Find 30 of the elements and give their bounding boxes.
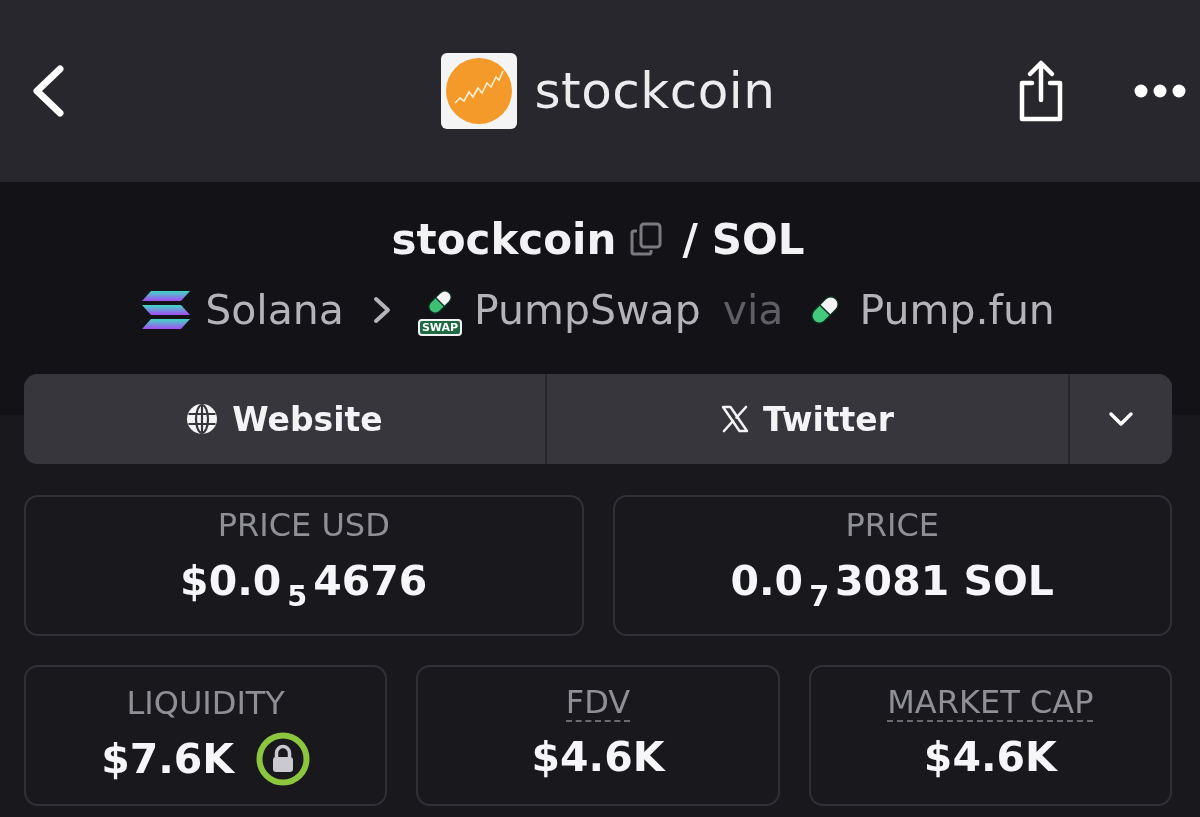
x-icon (721, 405, 750, 433)
quote-token: SOL (711, 214, 805, 264)
stat-label: PRICE USD (217, 505, 390, 547)
token-title: stockcoin (534, 62, 776, 120)
more-icon (1134, 84, 1186, 98)
dex-name[interactable]: PumpSwap (474, 286, 701, 334)
chart-logo-icon (440, 53, 517, 129)
stat-value: 0.0$_{7}$3081 SOL (730, 556, 1054, 615)
chevron-right-icon (371, 295, 392, 325)
swap-label: SWAP (417, 318, 462, 336)
base-token: stockcoin (391, 214, 617, 264)
chain-name[interactable]: Solana (205, 286, 344, 334)
more-button[interactable] (1134, 84, 1186, 98)
copy-icon[interactable] (630, 222, 663, 256)
stat-label: LIQUIDITY (126, 682, 285, 724)
stat-value: $4.6K (923, 731, 1057, 783)
stat-label[interactable]: MARKET CAP (887, 683, 1094, 722)
chevron-left-icon (30, 64, 66, 118)
back-button[interactable] (30, 64, 66, 118)
stacked-bars-icon (141, 290, 192, 330)
globe-icon (186, 403, 219, 435)
launchpad-name[interactable]: Pump.fun (859, 286, 1055, 334)
via-text: via (722, 286, 784, 334)
stat-label: PRICE (845, 505, 939, 547)
chevron-down-icon (1107, 410, 1135, 428)
stat-value: $0.0$_{5}$4676 (180, 556, 428, 615)
stat-value: $4.6K (531, 731, 665, 783)
stat-value: $7.6K (101, 733, 235, 785)
pair-separator: / (682, 214, 698, 264)
stat-label[interactable]: FDV (565, 683, 631, 722)
